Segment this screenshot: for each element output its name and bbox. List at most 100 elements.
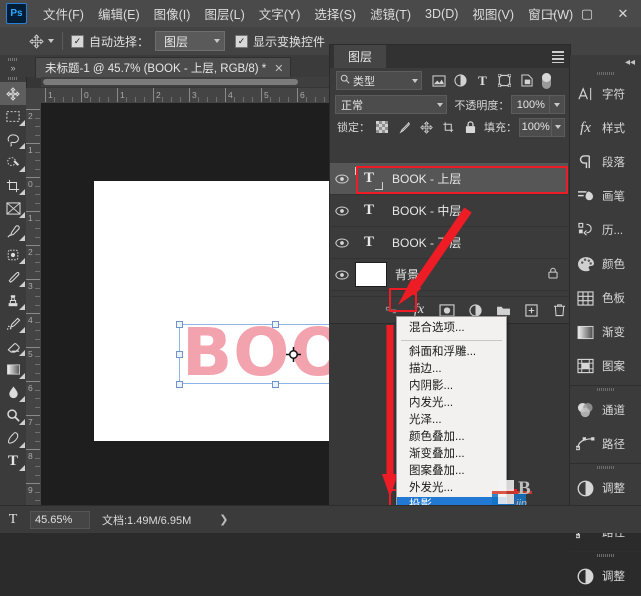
transform-handle-bc[interactable]	[272, 381, 279, 388]
collapse-dock-icon[interactable]: ◂◂	[625, 57, 635, 68]
menu-item-4[interactable]: 文字(Y)	[252, 1, 308, 26]
lasso-tool[interactable]	[0, 128, 26, 151]
dock-item-颜色[interactable]: 颜色	[570, 247, 641, 281]
layer-thumbnail-image[interactable]	[355, 262, 387, 287]
context-menu-item-3[interactable]: 内阴影...	[397, 378, 506, 395]
layer-visibility-eye-icon[interactable]	[330, 269, 354, 280]
clone-stamp-tool[interactable]	[0, 289, 26, 312]
canvas-area[interactable]: BOOK	[41, 103, 329, 505]
layer-row[interactable]: T BOOK - 下层	[330, 227, 568, 259]
frame-tool[interactable]	[0, 197, 26, 220]
quick-selection-tool[interactable]	[0, 151, 26, 174]
eraser-tool[interactable]	[0, 335, 26, 358]
smartobject-filter-icon[interactable]	[519, 73, 534, 88]
layer-thumbnail-text-icon[interactable]: T	[354, 198, 384, 223]
dock-item-调整[interactable]: 调整	[570, 471, 641, 505]
delete-layer-icon[interactable]	[550, 301, 568, 319]
dock-group-grip[interactable]	[570, 464, 641, 471]
filter-kind-dropdown[interactable]: 类型	[336, 71, 422, 90]
pixel-filter-icon[interactable]	[431, 73, 446, 88]
move-tool[interactable]	[0, 82, 26, 105]
opacity-chevron-down-icon[interactable]	[550, 95, 565, 114]
context-menu-item-2[interactable]: 描边...	[397, 361, 506, 378]
layer-visibility-eye-icon[interactable]	[330, 205, 354, 216]
transform-handle-ml[interactable]	[176, 351, 183, 358]
layer-visibility-eye-icon[interactable]	[330, 173, 354, 184]
context-menu-item-9[interactable]: 外发光...	[397, 480, 506, 497]
dock-item-画笔[interactable]: 画笔	[570, 179, 641, 213]
close-document-icon[interactable]: ✕	[274, 62, 283, 75]
dodge-tool[interactable]	[0, 404, 26, 427]
layer-row[interactable]: T BOOK - 上层	[330, 163, 568, 195]
menu-item-7[interactable]: 3D(D)	[418, 4, 465, 24]
context-menu-item-1[interactable]: 斜面和浮雕...	[397, 344, 506, 361]
context-menu-item-5[interactable]: 光泽...	[397, 412, 506, 429]
move-tool-icon[interactable]	[24, 30, 48, 52]
artboard[interactable]: BOOK	[94, 181, 329, 441]
new-layer-icon[interactable]	[522, 301, 540, 319]
document-tab[interactable]: 未标题-1 @ 45.7% (BOOK - 上层, RGB/8) * ✕	[35, 57, 291, 78]
dock-item-路径[interactable]: 路径	[570, 427, 641, 461]
spot-healing-brush-tool[interactable]	[0, 243, 26, 266]
transform-handle-bl[interactable]	[176, 381, 183, 388]
crop-tool[interactable]	[0, 174, 26, 197]
dock-item-色板[interactable]: 色板	[570, 281, 641, 315]
maximize-button[interactable]: ▢	[569, 0, 605, 27]
layer-row[interactable]: 背景	[330, 259, 568, 291]
lock-transparent-pixels-icon[interactable]	[375, 120, 389, 134]
menu-item-0[interactable]: 文件(F)	[36, 1, 91, 26]
dock-group-grip[interactable]	[570, 386, 641, 393]
blend-mode-dropdown[interactable]: 正常	[335, 95, 448, 114]
transform-handle-tl[interactable]	[176, 321, 183, 328]
brush-tool[interactable]	[0, 266, 26, 289]
menu-item-1[interactable]: 编辑(E)	[91, 1, 147, 26]
toolbar-expand-icon[interactable]: »	[0, 63, 26, 74]
dock-item-图案[interactable]: 图案	[570, 349, 641, 383]
menu-item-3[interactable]: 图层(L)	[197, 1, 251, 26]
context-menu-item-7[interactable]: 渐变叠加...	[397, 446, 506, 463]
blur-tool[interactable]	[0, 381, 26, 404]
filter-enable-toggle[interactable]	[542, 72, 551, 89]
type-tool[interactable]: T	[0, 450, 26, 473]
dock-item-调整[interactable]: 调整	[570, 559, 641, 593]
dock-item-样式[interactable]: fx 样式	[570, 111, 641, 145]
eyedropper-tool[interactable]	[0, 220, 26, 243]
lock-image-pixels-icon[interactable]	[397, 120, 411, 134]
dock-item-段落[interactable]: 段落	[570, 145, 641, 179]
lock-position-icon[interactable]	[419, 120, 433, 134]
auto-select-checkbox[interactable]: ✓	[71, 34, 84, 48]
context-menu-item-0[interactable]: 混合选项...	[397, 320, 506, 337]
context-menu-item-6[interactable]: 颜色叠加...	[397, 429, 506, 446]
dock-item-历...[interactable]: 历...	[570, 213, 641, 247]
layer-thumbnail-text-icon[interactable]: T	[354, 230, 384, 255]
context-menu-item-4[interactable]: 内发光...	[397, 395, 506, 412]
history-brush-tool[interactable]	[0, 312, 26, 335]
lock-all-icon[interactable]	[463, 120, 477, 134]
close-button[interactable]: ✕	[605, 0, 641, 27]
layer-visibility-eye-icon[interactable]	[330, 237, 354, 248]
rectangular-marquee-tool[interactable]	[0, 105, 26, 128]
menu-item-6[interactable]: 滤镜(T)	[363, 1, 418, 26]
canvas-horizontal-scrollbar[interactable]	[41, 77, 329, 87]
pen-tool[interactable]	[0, 427, 26, 450]
menu-item-8[interactable]: 视图(V)	[465, 1, 521, 26]
fill-chevron-down-icon[interactable]	[552, 117, 565, 137]
type-filter-icon[interactable]: T	[475, 73, 490, 88]
dock-item-通道[interactable]: 通道	[570, 393, 641, 427]
fill-input[interactable]: 100%	[519, 117, 553, 137]
opacity-input[interactable]: 100%	[511, 95, 551, 114]
adjustment-filter-icon[interactable]	[453, 73, 468, 88]
transform-handle-tc[interactable]	[272, 321, 279, 328]
tab-layers[interactable]: 图层	[334, 45, 387, 68]
menu-item-5[interactable]: 选择(S)	[307, 1, 363, 26]
panel-menu-icon[interactable]	[552, 51, 564, 65]
dock-group-grip[interactable]	[570, 552, 641, 559]
auto-select-target-dropdown[interactable]: 图层	[155, 31, 226, 51]
transform-reference-point-icon[interactable]	[286, 347, 301, 362]
layer-row[interactable]: T BOOK - 中层	[330, 195, 568, 227]
shape-filter-icon[interactable]	[497, 73, 512, 88]
lock-artboard-nesting-icon[interactable]	[441, 120, 455, 134]
layer-thumbnail-text-icon[interactable]: T	[354, 166, 384, 191]
dock-item-渐变[interactable]: 渐变	[570, 315, 641, 349]
show-transform-checkbox[interactable]: ✓	[235, 34, 249, 48]
